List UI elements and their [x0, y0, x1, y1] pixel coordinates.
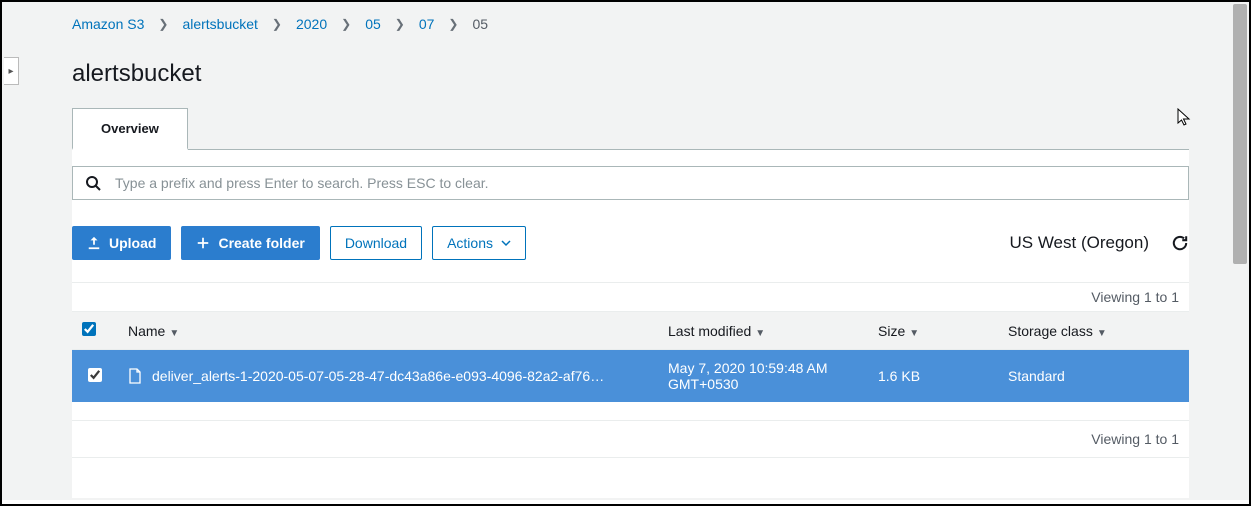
vertical-scrollbar[interactable] [1233, 4, 1247, 264]
breadcrumb-item-current: 05 [472, 16, 488, 32]
row-name-cell[interactable]: deliver_alerts-1-2020-05-07-05-28-47-dc4… [118, 350, 658, 403]
row-name: deliver_alerts-1-2020-05-07-05-28-47-dc4… [152, 368, 608, 384]
row-last-modified: May 7, 2020 10:59:48 AM GMT+0530 [658, 350, 868, 403]
row-select-cell[interactable] [72, 350, 118, 403]
column-select-all[interactable] [72, 312, 118, 350]
chevron-right-icon: ❯ [272, 17, 282, 31]
sort-caret-icon: ▼ [755, 328, 765, 339]
upload-button[interactable]: Upload [72, 226, 171, 260]
column-storage-class-label: Storage class [1008, 323, 1093, 339]
tab-overview[interactable]: Overview [72, 108, 188, 150]
row-size: 1.6 KB [868, 350, 998, 403]
search-box[interactable] [72, 166, 1189, 200]
page-title: alertsbucket [72, 40, 1189, 108]
actions-button[interactable]: Actions [432, 226, 526, 260]
chevron-right-icon: ❯ [448, 17, 458, 31]
sort-caret-icon: ▼ [909, 328, 919, 339]
chevron-right-icon: ❯ [341, 17, 351, 31]
breadcrumb-item-year[interactable]: 2020 [296, 16, 327, 32]
column-name[interactable]: Name ▼ [118, 312, 658, 350]
breadcrumb: Amazon S3 ❯ alertsbucket ❯ 2020 ❯ 05 ❯ 0… [72, 2, 1189, 40]
paging-bottom: Viewing 1 to 1 [72, 420, 1189, 458]
download-label: Download [345, 235, 407, 251]
breadcrumb-item-day[interactable]: 07 [419, 16, 435, 32]
paging-top: Viewing 1 to 1 [72, 282, 1189, 311]
search-icon [85, 175, 101, 191]
row-checkbox[interactable] [88, 368, 102, 382]
sort-caret-icon: ▼ [1097, 328, 1107, 339]
create-folder-button[interactable]: Create folder [181, 226, 319, 260]
chevron-down-icon [501, 238, 511, 248]
region-label: US West (Oregon) [1009, 233, 1149, 253]
objects-table: Name ▼ Last modified ▼ Size ▼ Storage class… [72, 311, 1189, 402]
refresh-icon[interactable] [1171, 234, 1189, 252]
tabs: Overview [72, 108, 1189, 150]
column-name-label: Name [128, 323, 165, 339]
chevron-right-icon: ❯ [158, 17, 168, 31]
table-row[interactable]: deliver_alerts-1-2020-05-07-05-28-47-dc4… [72, 350, 1189, 403]
upload-label: Upload [109, 235, 156, 251]
chevron-right-icon: ❯ [395, 17, 405, 31]
sort-caret-icon: ▼ [169, 328, 179, 339]
actions-label: Actions [447, 235, 493, 251]
column-storage-class[interactable]: Storage class ▼ [998, 312, 1189, 350]
breadcrumb-item-root[interactable]: Amazon S3 [72, 16, 144, 32]
search-input[interactable] [115, 175, 1176, 191]
side-panel-toggle[interactable]: ▸ [4, 57, 19, 85]
select-all-checkbox[interactable] [82, 322, 96, 336]
breadcrumb-item-month[interactable]: 05 [365, 16, 381, 32]
download-button[interactable]: Download [330, 226, 422, 260]
upload-icon [87, 236, 101, 250]
toolbar: Upload Create folder Download Actions US… [72, 226, 1189, 260]
column-last-modified[interactable]: Last modified ▼ [658, 312, 868, 350]
column-last-modified-label: Last modified [668, 323, 751, 339]
table-header-row: Name ▼ Last modified ▼ Size ▼ Storage class… [72, 312, 1189, 350]
create-folder-label: Create folder [218, 235, 304, 251]
column-size[interactable]: Size ▼ [868, 312, 998, 350]
column-size-label: Size [878, 323, 905, 339]
row-storage-class: Standard [998, 350, 1189, 403]
breadcrumb-item-bucket[interactable]: alertsbucket [182, 16, 257, 32]
file-icon [128, 368, 142, 384]
plus-icon [196, 236, 210, 250]
